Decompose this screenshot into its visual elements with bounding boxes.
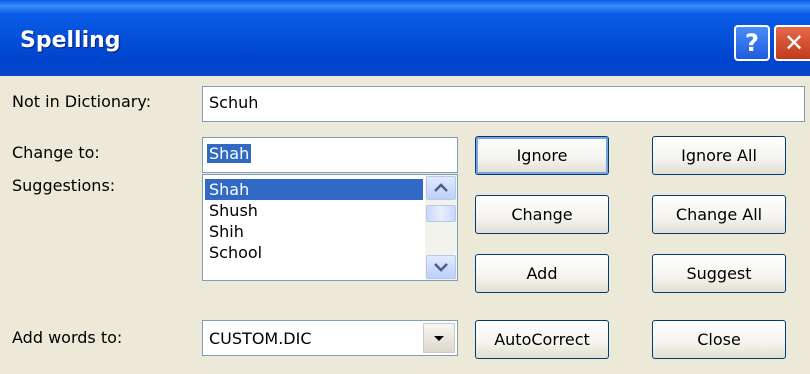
change-to-value: Shah [207, 144, 252, 163]
change-all-button[interactable]: Change All [652, 195, 786, 234]
change-to-label: Change to: [12, 143, 100, 162]
not-in-dictionary-field[interactable]: Schuh [202, 86, 805, 122]
suggestion-item[interactable]: School [205, 242, 423, 263]
not-in-dictionary-label: Not in Dictionary: [12, 92, 152, 111]
not-in-dictionary-value: Schuh [209, 93, 259, 112]
scroll-up-button[interactable] [426, 176, 456, 200]
close-icon: ✕ [783, 29, 805, 57]
window-title: Spelling [20, 28, 121, 53]
scroll-down-button[interactable] [426, 255, 456, 279]
suggestions-list[interactable]: Shah Shush Shih School [202, 174, 458, 281]
spelling-dialog: Spelling ? ✕ Not in Dictionary: Schuh Ch… [0, 0, 810, 374]
add-words-to-label: Add words to: [12, 328, 123, 347]
help-button[interactable]: ? [734, 25, 770, 61]
ignore-all-button[interactable]: Ignore All [652, 136, 786, 175]
add-words-to-value: CUSTOM.DIC [209, 329, 312, 348]
title-bar[interactable]: Spelling ? ✕ [0, 0, 810, 76]
close-button[interactable]: Close [652, 320, 786, 359]
suggest-button[interactable]: Suggest [652, 254, 786, 293]
add-words-to-dropdown[interactable]: CUSTOM.DIC [202, 320, 458, 356]
suggestion-item[interactable]: Shush [205, 200, 423, 221]
autocorrect-button[interactable]: AutoCorrect [475, 320, 609, 359]
change-button[interactable]: Change [475, 195, 609, 234]
close-window-button[interactable]: ✕ [774, 25, 810, 61]
change-to-input[interactable]: Shah [202, 137, 458, 173]
dropdown-arrow-icon [434, 336, 444, 341]
suggestion-item[interactable]: Shah [205, 179, 423, 200]
suggestions-label: Suggestions: [12, 176, 116, 195]
scroll-down-icon [434, 263, 448, 272]
help-icon: ? [745, 29, 759, 57]
scroll-thumb[interactable] [426, 205, 456, 222]
dropdown-button[interactable] [423, 323, 455, 353]
suggestions-scrollbar[interactable] [425, 175, 457, 280]
scroll-up-icon [434, 183, 448, 192]
suggestion-item[interactable]: Shih [205, 221, 423, 242]
ignore-button[interactable]: Ignore [475, 136, 609, 175]
add-button[interactable]: Add [475, 254, 609, 293]
